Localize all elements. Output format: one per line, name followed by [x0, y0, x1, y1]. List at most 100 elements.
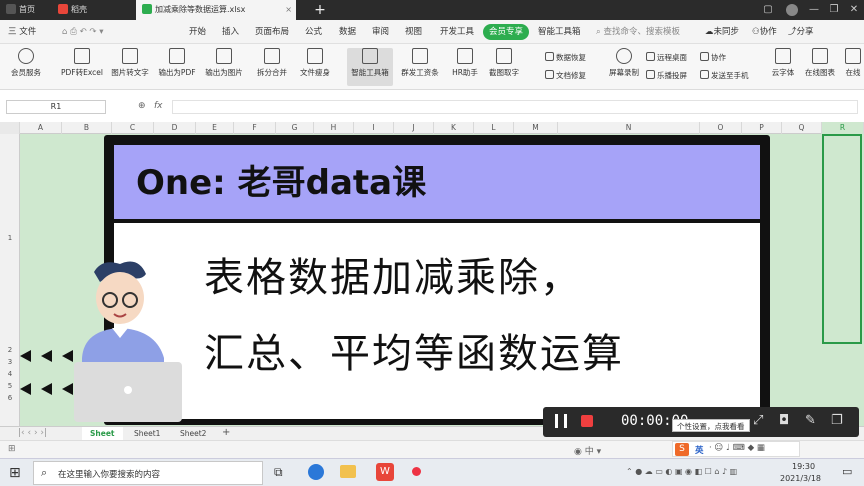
image-to-text-button[interactable]: 图片转文字 [109, 48, 151, 86]
export-pdf-button[interactable]: 输出为PDF [157, 48, 197, 86]
menu-review[interactable]: 审阅 [372, 24, 389, 40]
menu-start[interactable]: 开始 [189, 24, 206, 40]
row-header-cell[interactable]: 1 [0, 234, 20, 242]
salary-slip-button[interactable]: 群发工资条 [397, 48, 443, 86]
taskbar-search[interactable]: ⌕ 在这里输入你要搜索的内容 [33, 461, 263, 485]
col-header[interactable]: J [394, 122, 434, 134]
menu-formula[interactable]: 公式 [305, 24, 322, 40]
zoom-icon[interactable]: ⊕ [138, 101, 146, 111]
menu-insert[interactable]: 插入 [222, 24, 239, 40]
collaborate-button[interactable]: 协作 [700, 52, 726, 63]
remote-desktop-button[interactable]: 远程桌面 [646, 52, 687, 63]
tab-scroll-icons[interactable]: |‹ ‹ › ›| [18, 428, 47, 438]
tab-docer[interactable]: 稻壳 [52, 0, 134, 20]
col-header[interactable]: K [434, 122, 474, 134]
col-header[interactable]: I [354, 122, 394, 134]
tab-home[interactable]: 首页 [0, 0, 50, 20]
col-header[interactable]: E [196, 122, 234, 134]
sogou-icon[interactable]: S [675, 443, 689, 456]
col-header[interactable]: C [112, 122, 154, 134]
recorder-app-icon[interactable] [412, 467, 421, 476]
doc-repair-button[interactable]: 文档修复 [545, 70, 586, 81]
hr-assistant-button[interactable]: HR助手 [450, 48, 480, 86]
sheet-tab[interactable]: Sheet [82, 427, 123, 441]
menu-file[interactable]: 三 文件 [8, 24, 36, 40]
avatar[interactable] [786, 4, 798, 16]
view-mode-icons[interactable]: ◉ 中 ▾ [574, 444, 601, 457]
send-phone-button[interactable]: 发送至手机 [700, 70, 749, 81]
stop-icon[interactable] [581, 415, 593, 427]
screen-record-button[interactable]: 屏幕录制 [606, 48, 642, 86]
new-tab-button[interactable]: + [312, 2, 328, 18]
menu-page-layout[interactable]: 页面布局 [255, 24, 289, 40]
ime-mode[interactable]: 英 [695, 444, 704, 456]
tray-icons[interactable]: ⌃ ● ☁ ▭ ◐ ▣ ◉ ◧ ☐ ⌂ ♪ ▥ [626, 467, 737, 476]
col-header[interactable]: M [514, 122, 558, 134]
ime-tool-icons[interactable]: · ☺ ♩ ⌨ ◆ ▦ [709, 443, 765, 453]
row-header-cell[interactable]: 5 [0, 382, 20, 390]
row-header-cell[interactable]: 4 [0, 370, 20, 378]
smart-toolbox-button[interactable]: 智能工具箱 [347, 48, 393, 86]
col-header[interactable]: D [154, 122, 196, 134]
notification-icon[interactable]: ▭ [842, 465, 852, 478]
vip-service-button[interactable]: 会员服务 [6, 48, 46, 86]
sheet-tab[interactable]: Sheet2 [172, 427, 214, 441]
tab-active-workbook[interactable]: 加减乘除等数据运算.xlsx × [136, 0, 296, 20]
menu-developer[interactable]: 开发工具 [440, 24, 474, 40]
maximize-button[interactable]: ❐ [826, 2, 842, 18]
close-tab-icon[interactable]: × [285, 0, 292, 20]
col-header[interactable]: P [742, 122, 782, 134]
add-sheet-icon[interactable]: + [222, 427, 230, 438]
task-view-icon[interactable]: ⧉ [274, 465, 283, 480]
edge-browser-icon[interactable] [308, 464, 324, 480]
col-header[interactable]: N [558, 122, 700, 134]
col-header[interactable]: B [62, 122, 112, 134]
pen-icon[interactable]: ✎ [805, 413, 816, 428]
col-header[interactable]: G [276, 122, 314, 134]
windows-start-icon[interactable]: ⊞ [9, 465, 21, 481]
menu-view[interactable]: 视图 [405, 24, 422, 40]
layout-icon[interactable]: ▢ [760, 2, 776, 18]
fx-icon[interactable]: fx [154, 101, 163, 111]
menu-data[interactable]: 数据 [339, 24, 356, 40]
file-slim-button[interactable]: 文件瘦身 [297, 48, 333, 86]
sync-status[interactable]: ☁未同步 [705, 24, 739, 40]
quick-access-icons[interactable]: ⌂ ⎙ ↶ ↷ ▾ [62, 24, 104, 40]
row-header-cell[interactable]: 2 [0, 346, 20, 354]
fullscreen-icon[interactable]: ⤢ [753, 413, 763, 428]
cast-screen-button[interactable]: 乐播投屏 [646, 70, 687, 81]
pause-icon[interactable] [555, 414, 567, 428]
col-header-selected[interactable]: R [822, 122, 864, 134]
menu-vip[interactable]: 会员专享 [483, 24, 530, 40]
minimize-button[interactable]: — [806, 2, 822, 18]
window-icon[interactable]: ❐ [831, 413, 843, 428]
online-more-button[interactable]: 在线 [842, 48, 864, 86]
macro-icon[interactable]: ⊞ [8, 444, 16, 454]
col-header[interactable]: L [474, 122, 514, 134]
export-image-button[interactable]: 输出为图片 [203, 48, 245, 86]
sheet-tab[interactable]: Sheet1 [126, 427, 168, 441]
collab-button[interactable]: ⚇协作 [752, 24, 777, 40]
cloud-font-button[interactable]: 云字体 [768, 48, 798, 86]
share-button[interactable]: ⤴分享 [788, 24, 814, 40]
col-header[interactable]: H [314, 122, 354, 134]
row-header-cell[interactable]: 3 [0, 358, 20, 366]
col-header[interactable]: O [700, 122, 742, 134]
col-header[interactable]: F [234, 122, 276, 134]
file-explorer-icon[interactable] [340, 465, 356, 478]
col-header[interactable]: Q [782, 122, 822, 134]
col-header[interactable]: A [20, 122, 62, 134]
camera-icon[interactable]: ◘ [779, 413, 789, 428]
select-all-corner[interactable] [0, 122, 20, 134]
row-header-cell[interactable]: 6 [0, 394, 20, 402]
online-chart-button[interactable]: 在线图表 [802, 48, 838, 86]
formula-input[interactable] [172, 100, 858, 114]
wps-icon[interactable]: W [376, 463, 394, 481]
data-recovery-button[interactable]: 数据恢复 [545, 52, 586, 63]
menu-smart-toolbox[interactable]: 智能工具箱 [538, 24, 581, 40]
name-box[interactable]: R1 [6, 100, 106, 114]
split-merge-button[interactable]: 拆分合并 [251, 48, 293, 86]
pdf-to-excel-button[interactable]: PDF转Excel [58, 48, 106, 86]
screenshot-ocr-button[interactable]: 截图取字 [484, 48, 524, 86]
search-command[interactable]: ⌕ 查找命令、搜索模板 [596, 24, 680, 40]
